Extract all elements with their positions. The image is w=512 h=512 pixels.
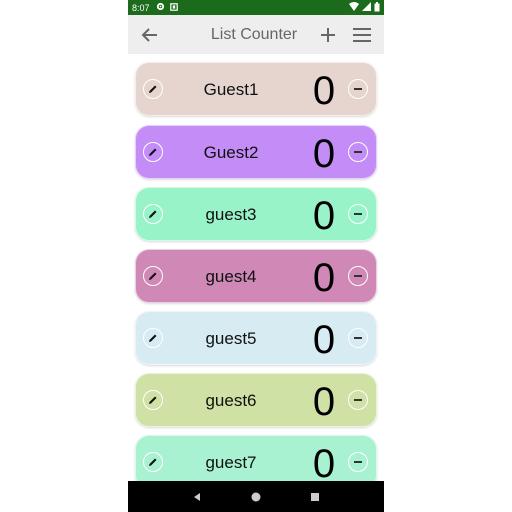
- minus-icon[interactable]: [348, 79, 368, 99]
- plus-icon[interactable]: [316, 23, 340, 47]
- item-count[interactable]: 0: [304, 374, 344, 428]
- minus-icon[interactable]: [348, 328, 368, 348]
- list-item: Guest1 0: [135, 62, 377, 116]
- home-circle-icon[interactable]: [246, 487, 266, 507]
- item-name[interactable]: guest6: [176, 374, 286, 428]
- phone-screen: 8:07 List Counter Guest1 0 Guest2 0 gues…: [128, 0, 384, 512]
- status-time: 8:07: [132, 2, 150, 13]
- status-bar: 8:07: [128, 0, 384, 15]
- battery-icon: [374, 1, 380, 14]
- notification-icon: [169, 2, 178, 13]
- pencil-icon[interactable]: [143, 390, 163, 410]
- minus-icon[interactable]: [348, 142, 368, 162]
- arrow-left-icon[interactable]: [138, 23, 162, 47]
- item-name[interactable]: Guest2: [176, 126, 286, 180]
- menu-icon[interactable]: [350, 23, 374, 47]
- guest-list: Guest1 0 Guest2 0 guest3 0 guest4 0 gues…: [128, 54, 384, 481]
- list-item: Guest2 0: [135, 125, 377, 179]
- pencil-icon[interactable]: [143, 79, 163, 99]
- settings-icon: [156, 2, 165, 13]
- list-item: guest3 0: [135, 187, 377, 241]
- item-name[interactable]: guest5: [176, 312, 286, 366]
- list-item: guest7 0: [135, 435, 377, 481]
- signal-icon: [362, 2, 371, 13]
- back-triangle-icon[interactable]: [187, 487, 207, 507]
- pencil-icon[interactable]: [143, 266, 163, 286]
- pencil-icon[interactable]: [143, 204, 163, 224]
- item-name[interactable]: Guest1: [176, 63, 286, 117]
- page-title: List Counter: [210, 25, 298, 43]
- pencil-icon[interactable]: [143, 328, 163, 348]
- minus-icon[interactable]: [348, 204, 368, 224]
- minus-icon[interactable]: [348, 266, 368, 286]
- pencil-icon[interactable]: [143, 452, 163, 472]
- list-item: guest6 0: [135, 373, 377, 427]
- item-name[interactable]: guest3: [176, 188, 286, 242]
- item-count[interactable]: 0: [304, 126, 344, 180]
- status-right-group: [349, 1, 380, 14]
- pencil-icon[interactable]: [143, 142, 163, 162]
- item-count[interactable]: 0: [304, 312, 344, 366]
- item-name[interactable]: guest7: [176, 436, 286, 481]
- app-bar: List Counter: [128, 15, 384, 54]
- wifi-icon: [349, 2, 359, 13]
- item-count[interactable]: 0: [304, 250, 344, 304]
- item-count[interactable]: 0: [304, 63, 344, 117]
- system-nav-bar: [128, 481, 384, 512]
- minus-icon[interactable]: [348, 390, 368, 410]
- list-item: guest5 0: [135, 311, 377, 365]
- item-count[interactable]: 0: [304, 188, 344, 242]
- minus-icon[interactable]: [348, 452, 368, 472]
- item-count[interactable]: 0: [304, 436, 344, 481]
- item-name[interactable]: guest4: [176, 250, 286, 304]
- list-item: guest4 0: [135, 249, 377, 303]
- recents-square-icon[interactable]: [305, 487, 325, 507]
